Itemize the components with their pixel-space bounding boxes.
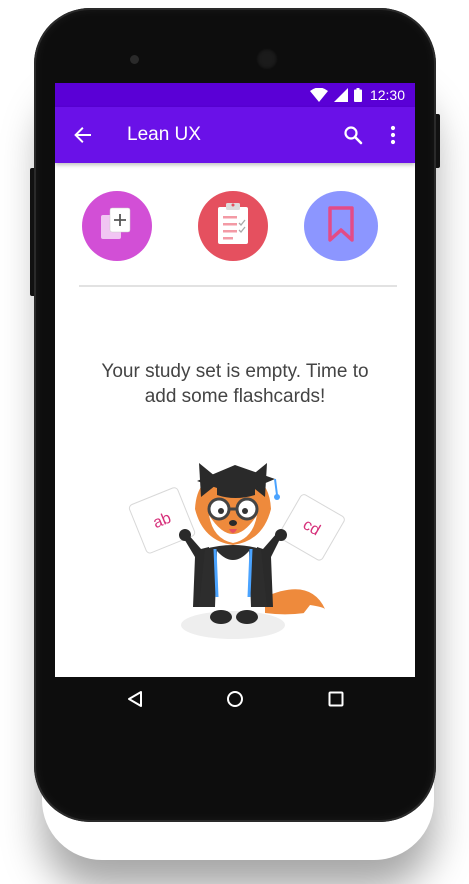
app-screen: 12:30 Lean UX Your study set is empty. T… [55, 83, 415, 677]
quiz-button[interactable] [198, 191, 268, 261]
status-bar: 12:30 [55, 83, 415, 107]
system-nav-bar [55, 677, 415, 721]
battery-icon [353, 88, 362, 102]
add-cards-icon [97, 204, 137, 249]
action-row [55, 163, 415, 287]
more-vert-icon[interactable] [379, 121, 407, 149]
recents-square-icon[interactable] [324, 687, 348, 711]
back-triangle-icon[interactable] [123, 687, 147, 711]
page-title: Lean UX [127, 124, 201, 145]
home-circle-icon[interactable] [223, 687, 247, 711]
clipboard-icon [215, 202, 251, 251]
signal-icon [333, 88, 348, 102]
empty-state-message: Your study set is empty. Time to add som… [101, 361, 369, 407]
front-camera [256, 48, 278, 70]
bookmark-icon [327, 205, 355, 247]
proximity-sensor [130, 55, 139, 64]
add-flashcards-button[interactable] [82, 191, 152, 261]
fox-mascot-illustration: ab cd [125, 457, 355, 647]
bookmarks-button[interactable] [304, 191, 378, 261]
search-icon[interactable] [339, 121, 367, 149]
divider [79, 285, 397, 287]
clock: 12:30 [369, 87, 405, 103]
wifi-icon [309, 88, 328, 102]
app-bar: Lean UX [55, 107, 415, 163]
arrow-back-icon[interactable] [69, 121, 97, 149]
